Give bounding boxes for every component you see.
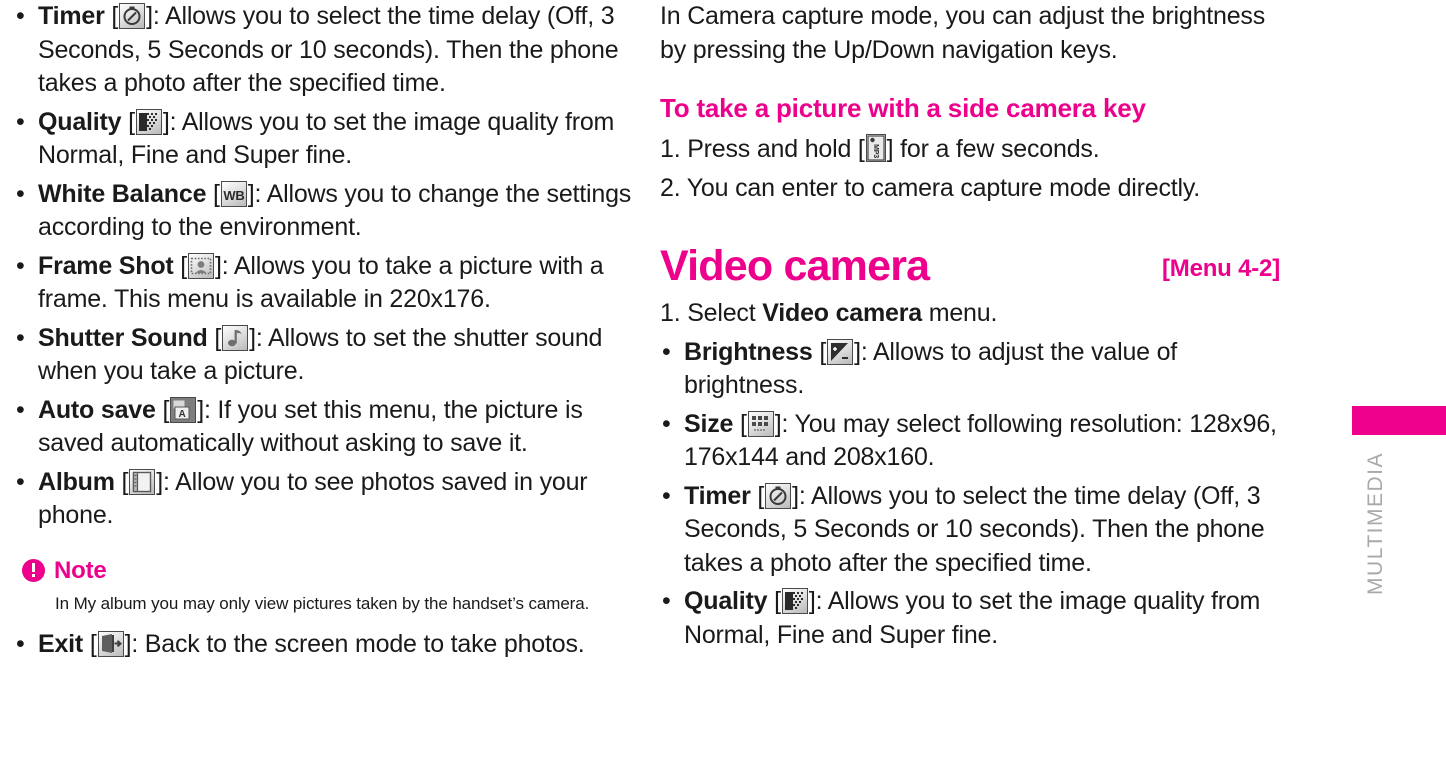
step-post-text: ] for a few seconds. <box>886 135 1100 163</box>
page-title: Video camera <box>660 242 930 290</box>
bullet-term: Shutter Sound <box>38 323 208 352</box>
bullet-text: : Allow you to see photos saved in your … <box>38 467 588 530</box>
bullet-text: : Back to the screen mode to take photos… <box>131 629 585 658</box>
shutter-sound-icon <box>222 324 249 351</box>
bullet-term: Brightness <box>684 337 813 366</box>
note-body: In My album you may only view pictures t… <box>55 593 590 613</box>
bullet-dot: • <box>16 107 25 136</box>
svg-text:A: A <box>179 409 186 420</box>
bullet-dot: • <box>662 587 671 615</box>
bullet-dot: • <box>16 2 25 30</box>
bullet-term: Size <box>684 409 734 438</box>
note-header: Note <box>22 557 636 585</box>
quality-dither-icon <box>781 588 808 614</box>
bullet-term: Exit <box>38 629 84 658</box>
timer-icon <box>119 3 146 29</box>
menu-reference-tag: [Menu 4-2] <box>1161 255 1280 282</box>
section-header: Video camera [Menu 4-2] <box>660 243 1280 289</box>
numbered-step: 2. You can enter to camera capture mode … <box>660 172 1280 206</box>
list-item: • Auto save [A]: If you set this menu, t… <box>16 395 583 458</box>
left-column: • Timer []: Allows you to select the tim… <box>14 0 636 666</box>
list-item: • Frame Shot []: Allows you to take a pi… <box>16 251 604 314</box>
bullet-term: White Balance <box>38 179 207 208</box>
sidebar-section-label: MULTIMEDIA <box>1364 452 1387 595</box>
svg-text:MP3: MP3 <box>872 144 879 158</box>
quality-dither-icon <box>135 108 162 135</box>
bullet-dot: • <box>662 409 671 438</box>
bullet-dot: • <box>16 323 25 352</box>
size-grid-icon <box>747 410 774 437</box>
step-pre-text: You can enter to camera capture mode dir… <box>680 173 1201 202</box>
bullet-term: Frame Shot <box>38 251 174 280</box>
list-item: • White Balance [WB]: Allows you to chan… <box>16 179 632 242</box>
subheading-side-camera-key: To take a picture with a side camera key <box>660 93 1146 123</box>
bullet-term: Auto save <box>38 395 156 424</box>
right-column: In Camera capture mode, you can adjust t… <box>660 0 1280 657</box>
list-item: • Timer []: Allows you to select the tim… <box>16 2 619 97</box>
section-tab-marker <box>1352 406 1446 435</box>
bullet-dot: • <box>662 337 671 366</box>
step-number: 1. <box>660 135 681 163</box>
list-item: • Quality []: Allows you to set the imag… <box>662 587 1261 649</box>
step-suffix: menu. <box>921 299 998 327</box>
bullet-dot: • <box>16 629 25 658</box>
bullet-text: : Allows you to set the image quality fr… <box>684 587 1261 649</box>
timer-icon <box>765 482 792 509</box>
bullet-term: Timer <box>38 2 105 30</box>
section-sidebar: MULTIMEDIA <box>1340 0 1446 778</box>
list-item: • Quality []: Allows you to set the imag… <box>16 107 615 170</box>
bullet-dot: • <box>16 467 25 496</box>
bullet-term: Album <box>38 467 115 496</box>
bullet-dot: • <box>16 395 25 424</box>
step-bold-term: Video camera <box>762 299 922 327</box>
list-item: • Timer []: Allows you to select the tim… <box>662 481 1265 577</box>
brightness-icon <box>827 338 854 365</box>
bullet-dot: • <box>662 481 671 510</box>
bullet-term: Quality <box>684 587 768 615</box>
step-pre-text: Press and hold [ <box>680 135 865 163</box>
auto-save-icon: A <box>170 396 197 423</box>
white-balance-icon: WB <box>220 180 247 207</box>
step-number: 2. <box>660 173 681 202</box>
bullet-text: : Allows you to set the image quality fr… <box>38 107 615 170</box>
bullet-term: Quality <box>38 107 122 136</box>
numbered-step: 1. Select Video camera menu. <box>660 297 1280 331</box>
list-item: • Size []: You may select following reso… <box>662 409 1277 472</box>
step-prefix: 1. Select <box>660 299 763 327</box>
list-item: • Shutter Sound []: Allows to set the sh… <box>16 323 603 386</box>
album-icon <box>129 468 156 495</box>
manual-page: • Timer []: Allows you to select the tim… <box>0 0 1446 778</box>
mp3-side-key-icon: MP3 <box>865 134 886 162</box>
note-title: Note <box>54 556 107 584</box>
exit-door-icon <box>97 630 124 657</box>
list-item: • Album []: Allow you to see photos save… <box>16 467 588 530</box>
note-exclamation-icon <box>22 559 45 582</box>
svg-text:WB: WB <box>223 188 244 203</box>
numbered-step: 1. Press and hold [ MP3 ] for a few second… <box>660 133 1280 167</box>
intro-paragraph: In Camera capture mode, you can adjust t… <box>660 2 1266 64</box>
list-item: • Exit []: Back to the screen mode to ta… <box>14 628 636 662</box>
note-callout: Note In My album you may only view pictu… <box>14 557 636 616</box>
list-item: • Brightness []: Allows to adjust the va… <box>662 337 1178 400</box>
bullet-dot: • <box>16 251 25 280</box>
bullet-term: Timer <box>684 481 751 510</box>
bullet-dot: • <box>16 179 25 208</box>
frame-shot-icon <box>188 252 215 279</box>
